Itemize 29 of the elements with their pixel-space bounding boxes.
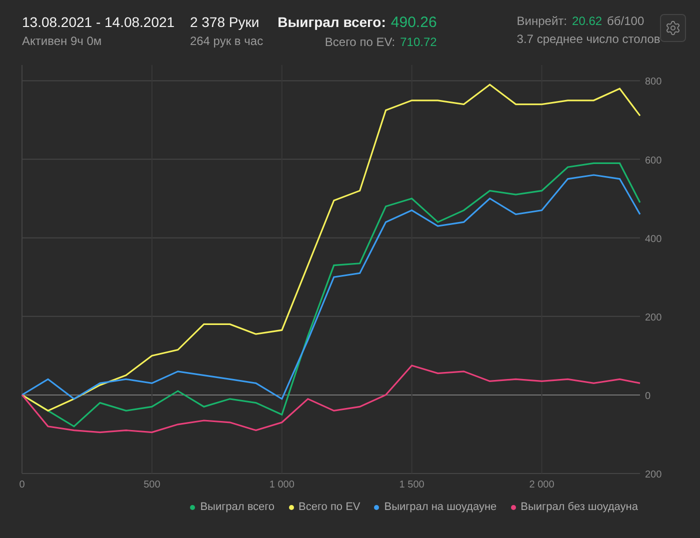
gear-icon — [665, 20, 682, 36]
x-tick-label: 0 — [19, 480, 25, 490]
y-tick-label: 800 — [645, 76, 662, 88]
legend-label: Всего по EV — [298, 501, 360, 513]
y-tick-label: 200 — [645, 470, 662, 480]
settings-button[interactable] — [660, 14, 686, 42]
legend-label: Выиграл всего — [200, 501, 275, 513]
winrate-value: 20.62 — [572, 14, 602, 28]
hands-per-hour: 264 рук в час — [190, 34, 264, 48]
date-range: 13.08.2021 - 14.08.2021 — [22, 14, 175, 30]
y-tick-label: 400 — [645, 234, 662, 245]
active-time: Активен 9ч 0м — [22, 34, 102, 48]
winrate-unit: бб/100 — [607, 14, 644, 28]
hands-count: 2 378 Руки — [190, 14, 260, 30]
y-tick-label: 600 — [645, 155, 662, 166]
x-tick-label: 2 000 — [529, 480, 554, 490]
x-tick-label: 1 500 — [399, 480, 424, 490]
won-value: 490.26 — [390, 14, 437, 31]
x-tick-label: 1 000 — [269, 480, 294, 490]
x-tick-label: 500 — [144, 480, 160, 490]
y-tick-label: 0 — [645, 390, 651, 402]
tables-average: 3.7 среднее число столов — [516, 32, 660, 46]
y-tick-label: 200 — [645, 312, 662, 324]
winrate-label: Винрейт: — [516, 14, 568, 28]
won-label: Выиграл всего: — [278, 14, 386, 30]
ev-value: 710.72 — [400, 35, 437, 49]
legend-label: Выиграл на шоудауне — [384, 501, 497, 513]
ev-label: Всего по EV: — [324, 35, 396, 49]
legend-label: Выиграл без шоудауна — [520, 501, 638, 513]
